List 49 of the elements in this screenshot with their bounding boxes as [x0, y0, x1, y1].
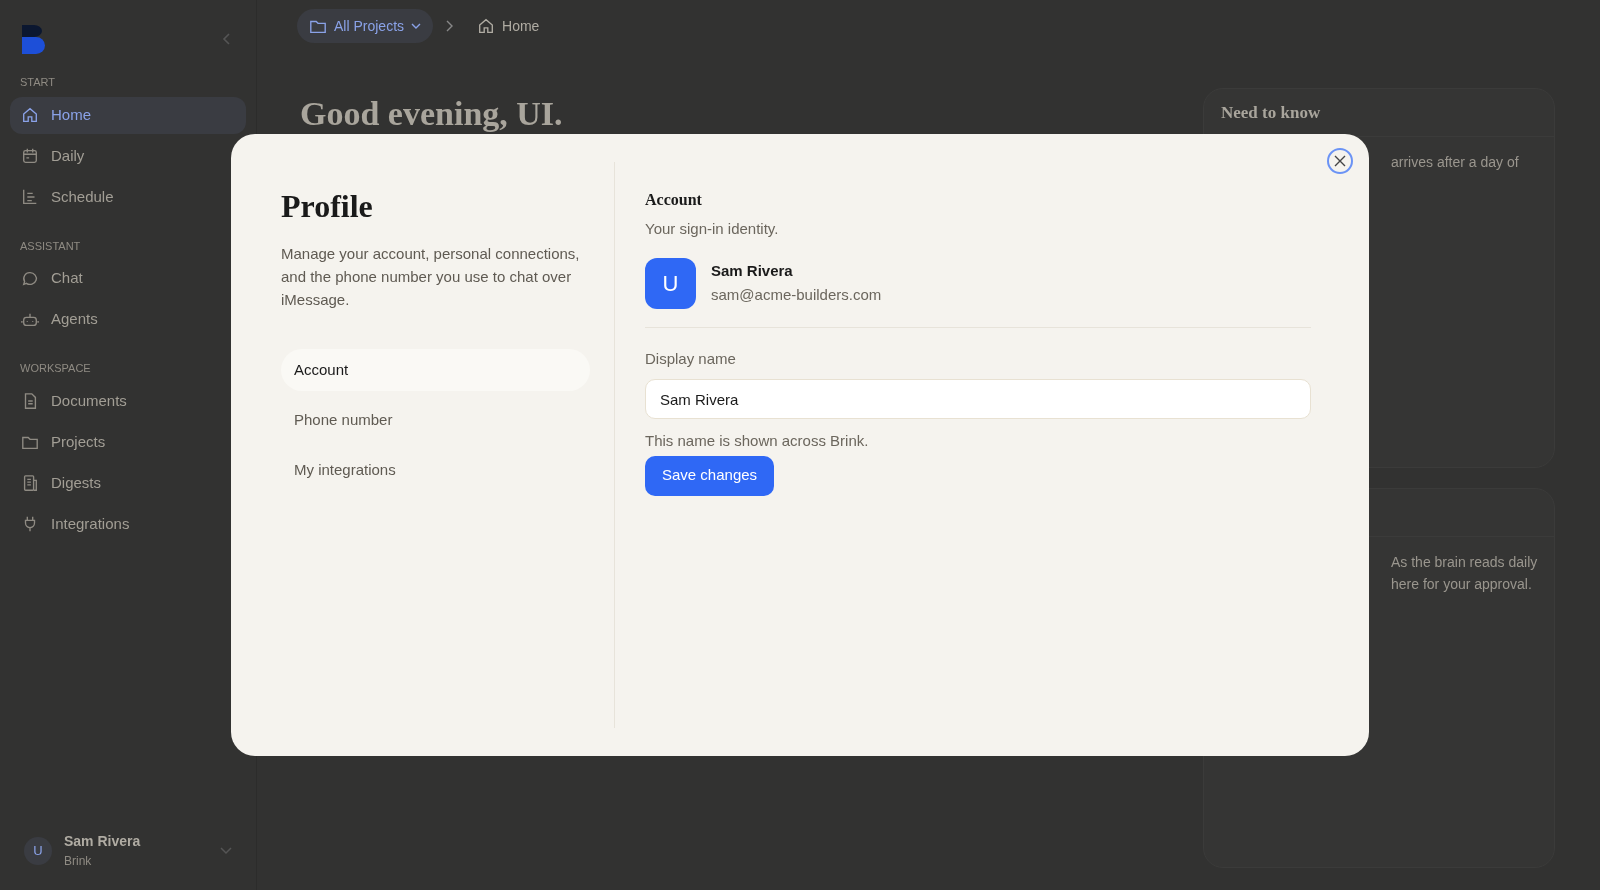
- newspaper-icon: [21, 474, 39, 492]
- card-text: arrives after a day of: [1391, 153, 1519, 172]
- user-email: sam@acme-builders.com: [711, 285, 882, 305]
- breadcrumb-link[interactable]: Home: [465, 9, 552, 43]
- sidebar-item[interactable]: Projects: [10, 423, 246, 461]
- card-title: Need to know: [1221, 101, 1321, 124]
- chevron-right-icon: [445, 20, 454, 32]
- workspace-name: Brink: [64, 853, 92, 870]
- list-chart-icon: [21, 188, 39, 206]
- display-name-field[interactable]: Sam Rivera: [645, 379, 1311, 419]
- chevron-down-icon[interactable]: [220, 846, 232, 855]
- user-avatar: U: [24, 836, 52, 865]
- sidebar-item[interactable]: Documents: [10, 382, 246, 420]
- speech-bubble-icon: [21, 269, 39, 288]
- calendar-icon: [21, 147, 39, 165]
- sidebar-item[interactable]: Schedule: [10, 178, 246, 216]
- dialog-description: Manage your account, personal connections, and the phone number you use to chat over iMessage.: [281, 244, 581, 310]
- field-label: Display name: [645, 348, 737, 369]
- sidebar-item[interactable]: Daily: [10, 137, 246, 175]
- home-icon: [21, 106, 39, 124]
- sidebar-item[interactable]: Home: [10, 96, 246, 134]
- card-text: As the brain reads daily: [1391, 553, 1538, 572]
- section-label: START: [19, 75, 56, 90]
- project-dropdown[interactable]: All Projects: [297, 9, 434, 43]
- user-name: Sam Rivera: [711, 260, 794, 281]
- card-text: here for your approval.: [1391, 575, 1532, 594]
- greeting: Good evening, UI.: [300, 94, 563, 134]
- user-name: Sam Rivera: [64, 832, 141, 851]
- section-title: Account: [645, 190, 703, 210]
- section-label: ASSISTANT: [19, 238, 81, 254]
- chevron-down-icon: [411, 22, 422, 30]
- save-button[interactable]: Save changes: [645, 455, 775, 496]
- sidebar-item[interactable]: Integrations: [10, 505, 246, 543]
- avatar: U: [645, 257, 696, 309]
- sidebar-item[interactable]: Agents: [10, 301, 246, 338]
- profile-nav-item[interactable]: Phone number: [281, 399, 590, 441]
- dialog-title: Profile: [281, 187, 374, 226]
- logo-icon: [20, 24, 46, 54]
- profile-nav-item[interactable]: My integrations: [281, 449, 590, 491]
- collapse-icon[interactable]: [222, 32, 232, 46]
- home-icon: [477, 17, 496, 35]
- sidebar-item[interactable]: Chat: [10, 260, 246, 297]
- section-label: WORKSPACE: [19, 361, 91, 376]
- profile-nav-item[interactable]: Account: [281, 349, 590, 391]
- section-subtitle: Your sign-in identity.: [645, 219, 780, 239]
- field-hint: This name is shown across Brink.: [645, 431, 870, 451]
- sidebar-item[interactable]: Digests: [10, 464, 246, 502]
- close-icon: [1334, 155, 1346, 167]
- close-button[interactable]: [1327, 148, 1353, 174]
